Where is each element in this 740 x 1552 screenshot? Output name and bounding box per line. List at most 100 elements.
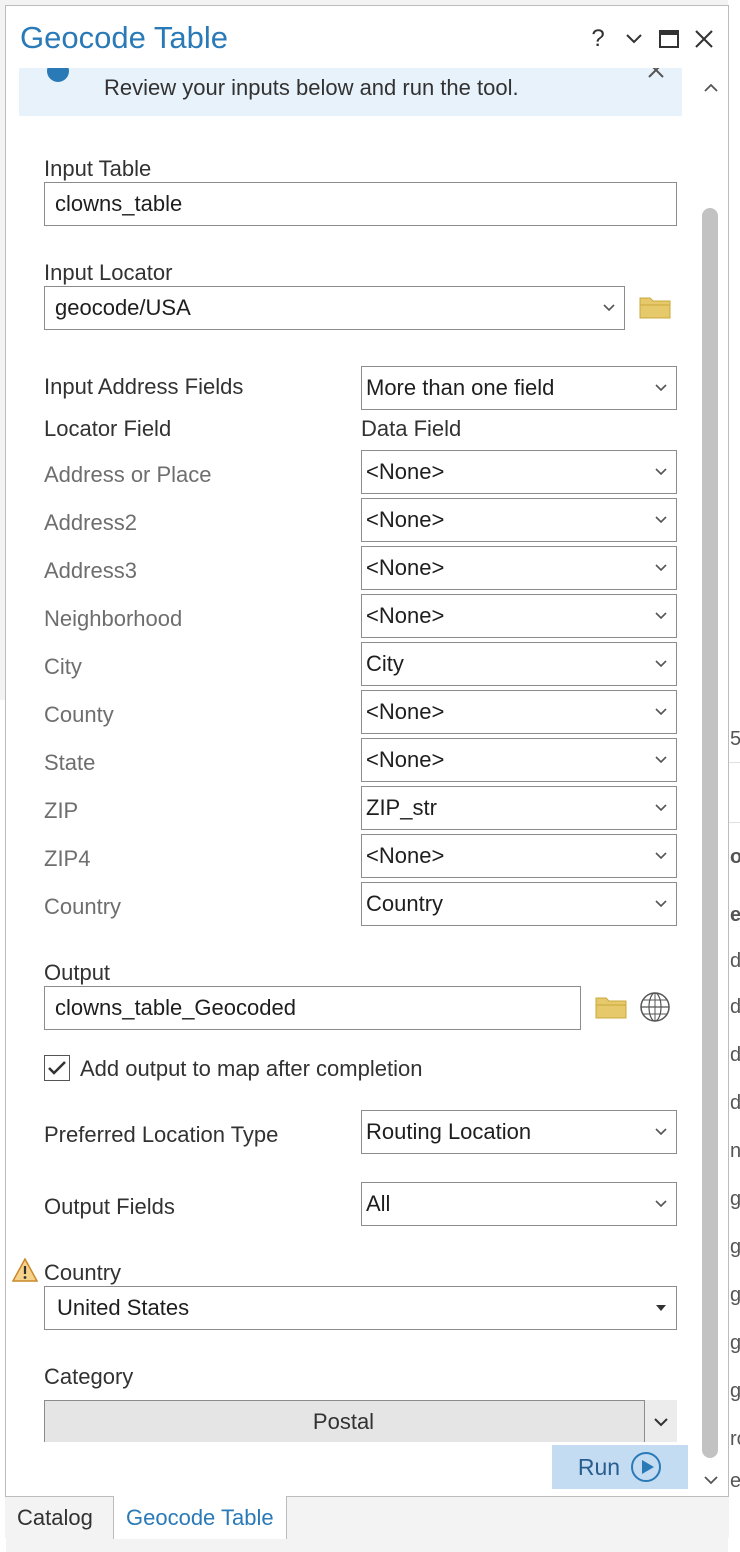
input-locator-dropdown[interactable]: geocode/USA <box>44 286 625 330</box>
chevron-down-icon <box>603 304 615 312</box>
background-fragment: d <box>730 1092 740 1114</box>
chevron-down-icon <box>655 852 667 860</box>
chevron-up-icon <box>704 83 718 92</box>
close-icon <box>648 68 664 78</box>
data-field-address2[interactable]: <None> <box>361 498 677 542</box>
vertical-scrollbar[interactable] <box>700 68 722 1485</box>
background-divider <box>728 762 740 763</box>
preferred-location-label: Preferred Location Type <box>44 1122 279 1147</box>
locator-field-header: Locator Field <box>44 416 172 441</box>
data-field-value: ZIP_str <box>366 795 437 820</box>
output-field[interactable]: clowns_table_Geocoded <box>44 986 581 1030</box>
chevron-down-icon <box>655 1200 667 1208</box>
background-fragment: d <box>730 996 740 1018</box>
chevron-down-icon <box>655 468 667 476</box>
locator-field-county: County <box>44 702 114 727</box>
output-fields-dropdown[interactable]: All <box>361 1182 677 1226</box>
checkmark-icon <box>48 1061 66 1075</box>
scroll-thumb[interactable] <box>702 208 718 1458</box>
data-field-value: <None> <box>366 459 445 484</box>
info-banner: Review your inputs below and run the too… <box>19 68 682 116</box>
close-button[interactable] <box>689 22 719 56</box>
run-label: Run <box>577 1453 621 1480</box>
chevron-down-icon <box>655 708 667 716</box>
background-divider <box>728 822 740 823</box>
pane-options-button[interactable] <box>619 22 649 56</box>
help-button[interactable]: ? <box>583 22 613 56</box>
chevron-down-icon <box>655 612 667 620</box>
background-fragment: er <box>730 904 740 926</box>
geocode-table-pane: Geocode Table ? Review your inputs below… <box>5 5 729 1537</box>
chevron-down-icon <box>655 384 667 392</box>
background-fragment: g <box>730 1332 740 1354</box>
output-fields-value: All <box>366 1191 391 1216</box>
data-field-value: <None> <box>366 843 445 868</box>
scroll-down-button[interactable] <box>700 1468 722 1492</box>
locator-field-neighborhood: Neighborhood <box>44 606 183 631</box>
info-icon <box>47 68 69 82</box>
background-fragment: g <box>730 1284 740 1306</box>
chevron-down-icon <box>655 1128 667 1136</box>
chevron-down-icon <box>655 756 667 764</box>
category-value: Postal <box>312 1409 375 1434</box>
preferred-location-value: Routing Location <box>366 1119 532 1144</box>
preferred-location-dropdown[interactable]: Routing Location <box>361 1110 677 1154</box>
data-field-country[interactable]: Country <box>361 882 677 926</box>
background-fragment: 5( <box>730 728 740 750</box>
country-value: United States <box>57 1295 190 1320</box>
data-field-neighborhood[interactable]: <None> <box>361 594 677 638</box>
parameters-scroll-area: Review your inputs below and run the too… <box>6 68 728 1442</box>
input-table-field[interactable]: clowns_table <box>44 182 677 226</box>
info-dismiss-button[interactable] <box>647 68 665 85</box>
info-message: Review your inputs below and run the too… <box>104 75 519 100</box>
chevron-down-icon <box>704 1476 718 1485</box>
output-dataset-button[interactable] <box>638 990 672 1024</box>
country-dropdown[interactable]: United States <box>44 1286 677 1330</box>
locator-field-zip4: ZIP4 <box>44 846 91 871</box>
background-fragment: g <box>730 1188 740 1210</box>
locator-field-country: Country <box>44 894 122 919</box>
data-field-value: <None> <box>366 507 445 532</box>
add-output-checkbox[interactable] <box>44 1055 70 1081</box>
data-field-value: Country <box>366 891 444 916</box>
data-field-county[interactable]: <None> <box>361 690 677 734</box>
data-field-zip4[interactable]: <None> <box>361 834 677 878</box>
category-button[interactable]: Postal <box>44 1400 677 1442</box>
add-output-label[interactable]: Add output to map after completion <box>80 1056 422 1082</box>
data-field-value: <None> <box>366 699 445 724</box>
run-button[interactable]: Run <box>552 1445 688 1489</box>
data-field-address-or-place[interactable]: <None> <box>361 450 677 494</box>
country-label: Country <box>44 1260 122 1285</box>
background-fragment: rc <box>730 1428 740 1450</box>
maximize-icon <box>659 30 679 48</box>
input-table-label: Input Table <box>44 156 152 181</box>
browse-output-button[interactable] <box>594 990 628 1024</box>
input-address-fields-dropdown[interactable]: More than one field <box>361 366 677 410</box>
data-field-state[interactable]: <None> <box>361 738 677 782</box>
tab-geocode-table[interactable]: Geocode Table <box>113 1496 287 1539</box>
category-dropdown-toggle[interactable] <box>644 1400 677 1442</box>
data-field-value: <None> <box>366 603 445 628</box>
scroll-up-button[interactable] <box>700 76 722 100</box>
locator-field-state: State <box>44 750 96 775</box>
close-icon <box>695 30 713 48</box>
locator-field-address2: Address2 <box>44 510 137 535</box>
chevron-down-icon <box>654 1418 668 1427</box>
chevron-down-icon <box>655 660 667 668</box>
folder-icon <box>639 297 671 319</box>
chevron-down-icon <box>655 804 667 812</box>
background-fragment: d <box>730 1044 740 1066</box>
chevron-down-icon <box>655 564 667 572</box>
chevron-down-icon <box>655 516 667 524</box>
tab-catalog[interactable]: Catalog <box>5 1497 105 1539</box>
chevron-down-icon <box>626 34 642 44</box>
caret-down-icon <box>656 1305 666 1311</box>
background-fragment: e <box>730 1470 740 1492</box>
data-field-city[interactable]: City <box>361 642 677 686</box>
data-field-address3[interactable]: <None> <box>361 546 677 590</box>
data-field-zip[interactable]: ZIP_str <box>361 786 677 830</box>
background-fragment: d <box>730 950 740 972</box>
input-address-fields-label: Input Address Fields <box>44 374 244 399</box>
browse-locator-button[interactable] <box>638 290 672 324</box>
maximize-button[interactable] <box>654 22 684 56</box>
